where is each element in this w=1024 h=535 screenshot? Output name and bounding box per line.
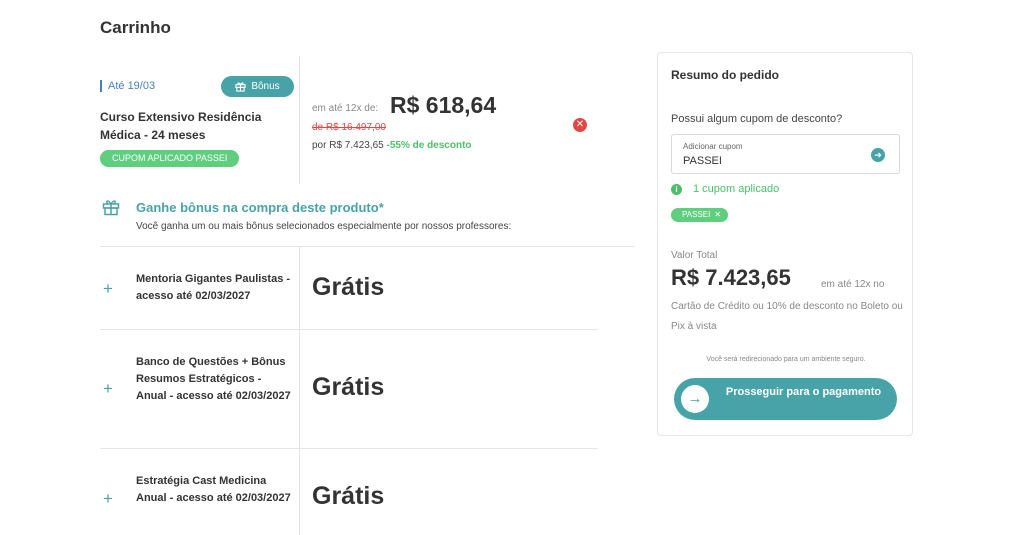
- course-name: Curso Extensivo Residência Médica - 24 m…: [100, 110, 262, 142]
- total-label: Valor Total: [671, 250, 718, 261]
- coupon-applied-text: 1 cupom aplicado: [693, 183, 780, 195]
- coupon-chip-label: PASSEI: [682, 210, 711, 219]
- proceed-to-payment-button[interactable]: → Prosseguir para o pagamento: [674, 378, 897, 420]
- cart-list: Até 19/03 Bônus Curso Extensivo Residênc…: [100, 56, 634, 535]
- bonus-description: Você ganha um ou mais bônus selecionados…: [136, 221, 512, 232]
- bonus-item: + Estratégia Cast Medicina Anual - acess…: [100, 449, 598, 535]
- bonus-item-price: Grátis: [312, 373, 385, 401]
- old-price: de R$ 16.497,00: [312, 122, 386, 133]
- gift-icon: [235, 81, 246, 92]
- column-divider: [299, 449, 300, 535]
- column-divider: [299, 56, 300, 184]
- installment-prefix: em até 12x de:: [312, 103, 379, 114]
- info-icon: i: [671, 183, 682, 195]
- plus-icon[interactable]: +: [103, 380, 113, 397]
- bonus-item-name: Banco de Questões + Bônus Resumos Estrat…: [136, 356, 291, 402]
- coupon-input-value[interactable]: PASSEI: [683, 155, 722, 167]
- summary-title: Resumo do pedido: [671, 68, 779, 82]
- plus-icon[interactable]: +: [103, 280, 113, 297]
- bonus-badge[interactable]: Bônus: [221, 76, 294, 97]
- plus-icon[interactable]: +: [103, 490, 113, 507]
- column-divider: [299, 330, 300, 448]
- coupon-input-label: Adicionar cupom: [683, 142, 743, 151]
- total-value: R$ 7.423,65: [671, 265, 791, 290]
- bonus-item: + Mentoria Gigantes Paulistas - acesso a…: [100, 247, 598, 330]
- remove-item-button[interactable]: ✕: [573, 118, 587, 132]
- product-total: por R$ 7.423,65 -55% de desconto: [312, 140, 472, 151]
- total-detail: Cartão de Crédito ou 10% de desconto no …: [671, 301, 903, 332]
- product-total-price: por R$ 7.423,65: [312, 140, 384, 151]
- coupon-question: Possui algum cupom de desconto?: [671, 113, 843, 125]
- total-suffix: em até 12x no: [821, 279, 885, 290]
- bonus-item-name: Estratégia Cast Medicina Anual - acesso …: [136, 475, 291, 504]
- order-summary: Resumo do pedido Possui algum cupom de d…: [657, 52, 913, 436]
- cart-product: Até 19/03 Bônus Curso Extensivo Residênc…: [100, 56, 634, 184]
- proceed-label: Prosseguir para o pagamento: [725, 386, 882, 398]
- deadline-label: Até 19/03: [100, 80, 155, 92]
- coupon-applied-tag: CUPOM APLICADO PASSEI: [100, 150, 240, 167]
- column-divider: [299, 247, 300, 329]
- redirect-note: Você será redirecionado para um ambiente…: [706, 356, 866, 363]
- bonus-item-name: Mentoria Gigantes Paulistas - acesso até…: [136, 273, 291, 302]
- coupon-applied-status: i 1 cupom aplicado: [671, 183, 779, 195]
- apply-coupon-button[interactable]: ➜: [871, 148, 885, 162]
- arrow-right-icon: →: [681, 385, 709, 413]
- installment-price: R$ 618,64: [390, 92, 497, 118]
- bonus-title: Ganhe bônus na compra deste produto*: [136, 200, 384, 215]
- bonus-header: Ganhe bônus na compra deste produto* Voc…: [100, 184, 634, 247]
- bonus-item-price: Grátis: [312, 482, 385, 510]
- bonus-item: + Banco de Questões + Bônus Resumos Estr…: [100, 330, 598, 449]
- page-title: Carrinho: [100, 18, 171, 37]
- close-icon: ✕: [575, 119, 585, 130]
- coupon-input[interactable]: Adicionar cupom PASSEI ➜: [671, 134, 900, 174]
- bonus-item-price: Grátis: [312, 273, 385, 301]
- discount-percent: -55% de desconto: [386, 140, 472, 151]
- gift-icon: [102, 198, 120, 221]
- bonus-badge-label: Bônus: [251, 81, 280, 92]
- arrow-right-icon: ➜: [874, 150, 882, 160]
- coupon-chip: PASSEI ✕: [671, 208, 729, 222]
- remove-coupon-icon[interactable]: ✕: [714, 208, 721, 222]
